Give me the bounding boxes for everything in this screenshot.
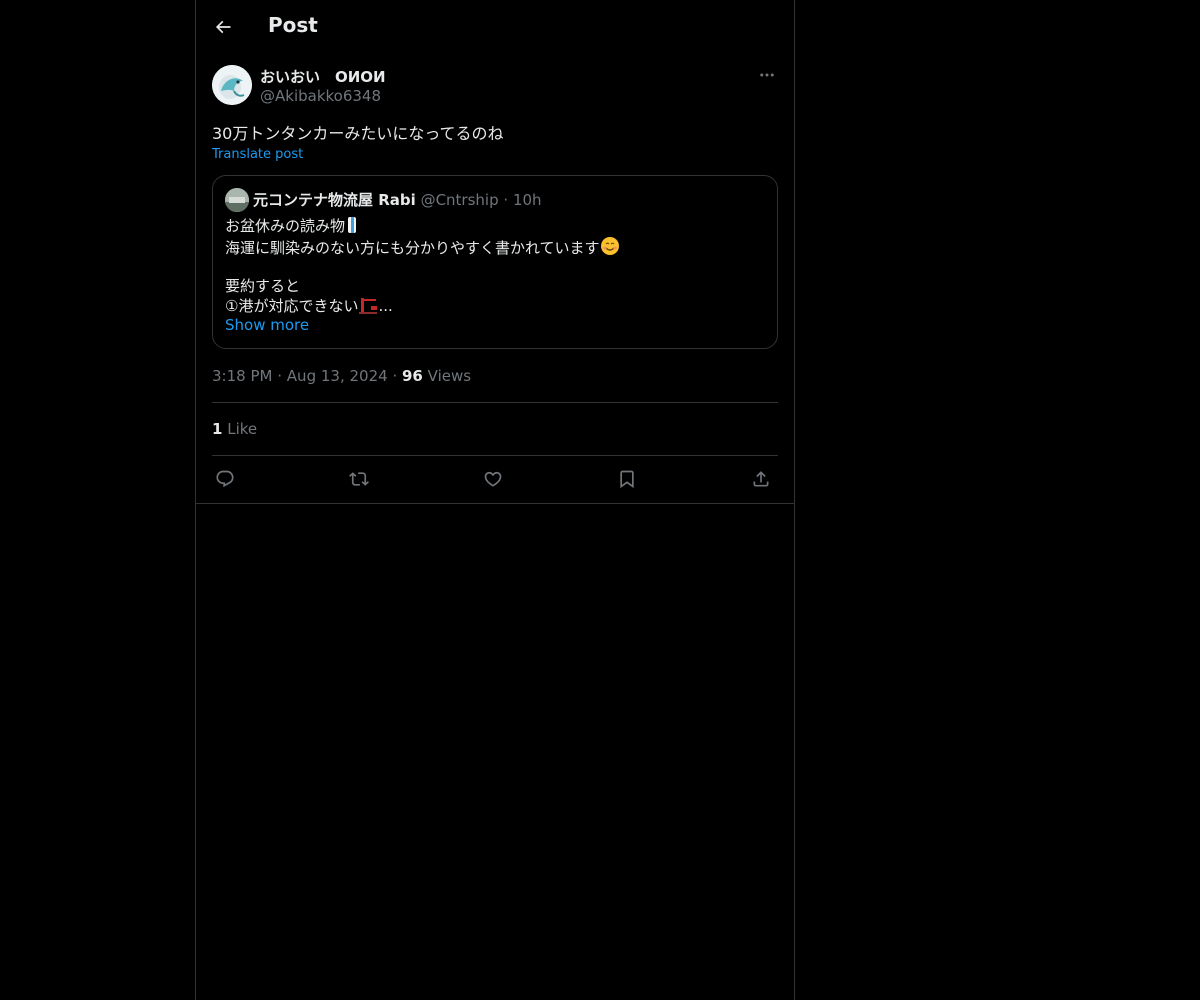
more-options-button[interactable] bbox=[756, 64, 778, 86]
quote-author-name: 元コンテナ物流屋 Rabi bbox=[253, 191, 416, 209]
show-more-link[interactable]: Show more bbox=[225, 316, 309, 334]
timestamp-separator: · bbox=[277, 367, 283, 385]
likes-summary[interactable]: 1 Like bbox=[212, 420, 257, 438]
likes-label: Like bbox=[227, 420, 258, 438]
quote-line: 海運に馴染みのない方にも分かりやすく書かれています bbox=[225, 236, 620, 257]
post-text: 30万トンタンカーみたいになってるのね bbox=[212, 124, 504, 143]
translate-post-link[interactable]: Translate post bbox=[212, 147, 303, 162]
bookmark-icon bbox=[620, 470, 634, 489]
repost-button[interactable] bbox=[346, 466, 372, 492]
quote-line: お盆休みの読み物 bbox=[225, 216, 620, 236]
quote-author-handle: @Cntrship bbox=[420, 191, 499, 209]
avatar[interactable] bbox=[212, 65, 252, 105]
share-icon bbox=[753, 471, 769, 487]
views-separator: · bbox=[392, 367, 398, 385]
crane-emoji-icon bbox=[358, 296, 378, 319]
divider bbox=[196, 503, 794, 504]
post-author: おいおい ОИОИ @Akibakko6348 bbox=[212, 64, 778, 108]
post-column: Post おいおい ОИОИ @Akibakko6348 30万トンタンカーみた… bbox=[195, 0, 795, 1000]
likes-count: 1 bbox=[212, 420, 223, 438]
like-icon bbox=[484, 471, 502, 487]
quote-avatar[interactable] bbox=[225, 188, 249, 212]
quote-line: 要約すると bbox=[225, 277, 301, 295]
author-handle[interactable]: @Akibakko6348 bbox=[260, 87, 381, 105]
like-button[interactable] bbox=[480, 466, 506, 492]
views-count: 96 bbox=[402, 367, 423, 385]
smiling-face-icon bbox=[600, 236, 620, 261]
quote-body: お盆休みの読み物 海運に馴染みのない方にも分かりやすく書かれています 要約すると… bbox=[225, 216, 620, 316]
post-header: Post bbox=[196, 0, 794, 54]
share-button[interactable] bbox=[748, 466, 774, 492]
post-time[interactable]: 3:18 PM bbox=[212, 367, 272, 385]
repost-icon bbox=[349, 472, 369, 486]
author-name[interactable]: おいおい ОИОИ bbox=[260, 66, 386, 87]
reply-button[interactable] bbox=[212, 466, 238, 492]
divider bbox=[212, 402, 778, 403]
quote-meta: 元コンテナ物流屋 Rabi @Cntrship · 10h bbox=[253, 189, 542, 210]
arrow-left-icon bbox=[215, 20, 231, 34]
back-button[interactable] bbox=[207, 11, 239, 43]
quote-line bbox=[225, 256, 620, 276]
post-actions bbox=[212, 466, 778, 492]
post-timestamp: 3:18 PM · Aug 13, 2024 · 96 Views bbox=[212, 367, 471, 385]
page-title: Post bbox=[268, 13, 318, 37]
more-icon bbox=[760, 73, 774, 77]
divider bbox=[212, 455, 778, 456]
quote-separator: · bbox=[503, 191, 509, 209]
quote-time: 10h bbox=[512, 191, 542, 209]
quote-line: ①港が対応できない... bbox=[225, 296, 620, 316]
reply-icon bbox=[216, 470, 234, 488]
quoted-post[interactable]: 元コンテナ物流屋 Rabi @Cntrship · 10h お盆休みの読み物 海… bbox=[212, 175, 778, 349]
bookmark-button[interactable] bbox=[614, 466, 640, 492]
post-date[interactable]: Aug 13, 2024 bbox=[287, 367, 388, 385]
views-label: Views bbox=[427, 367, 472, 385]
